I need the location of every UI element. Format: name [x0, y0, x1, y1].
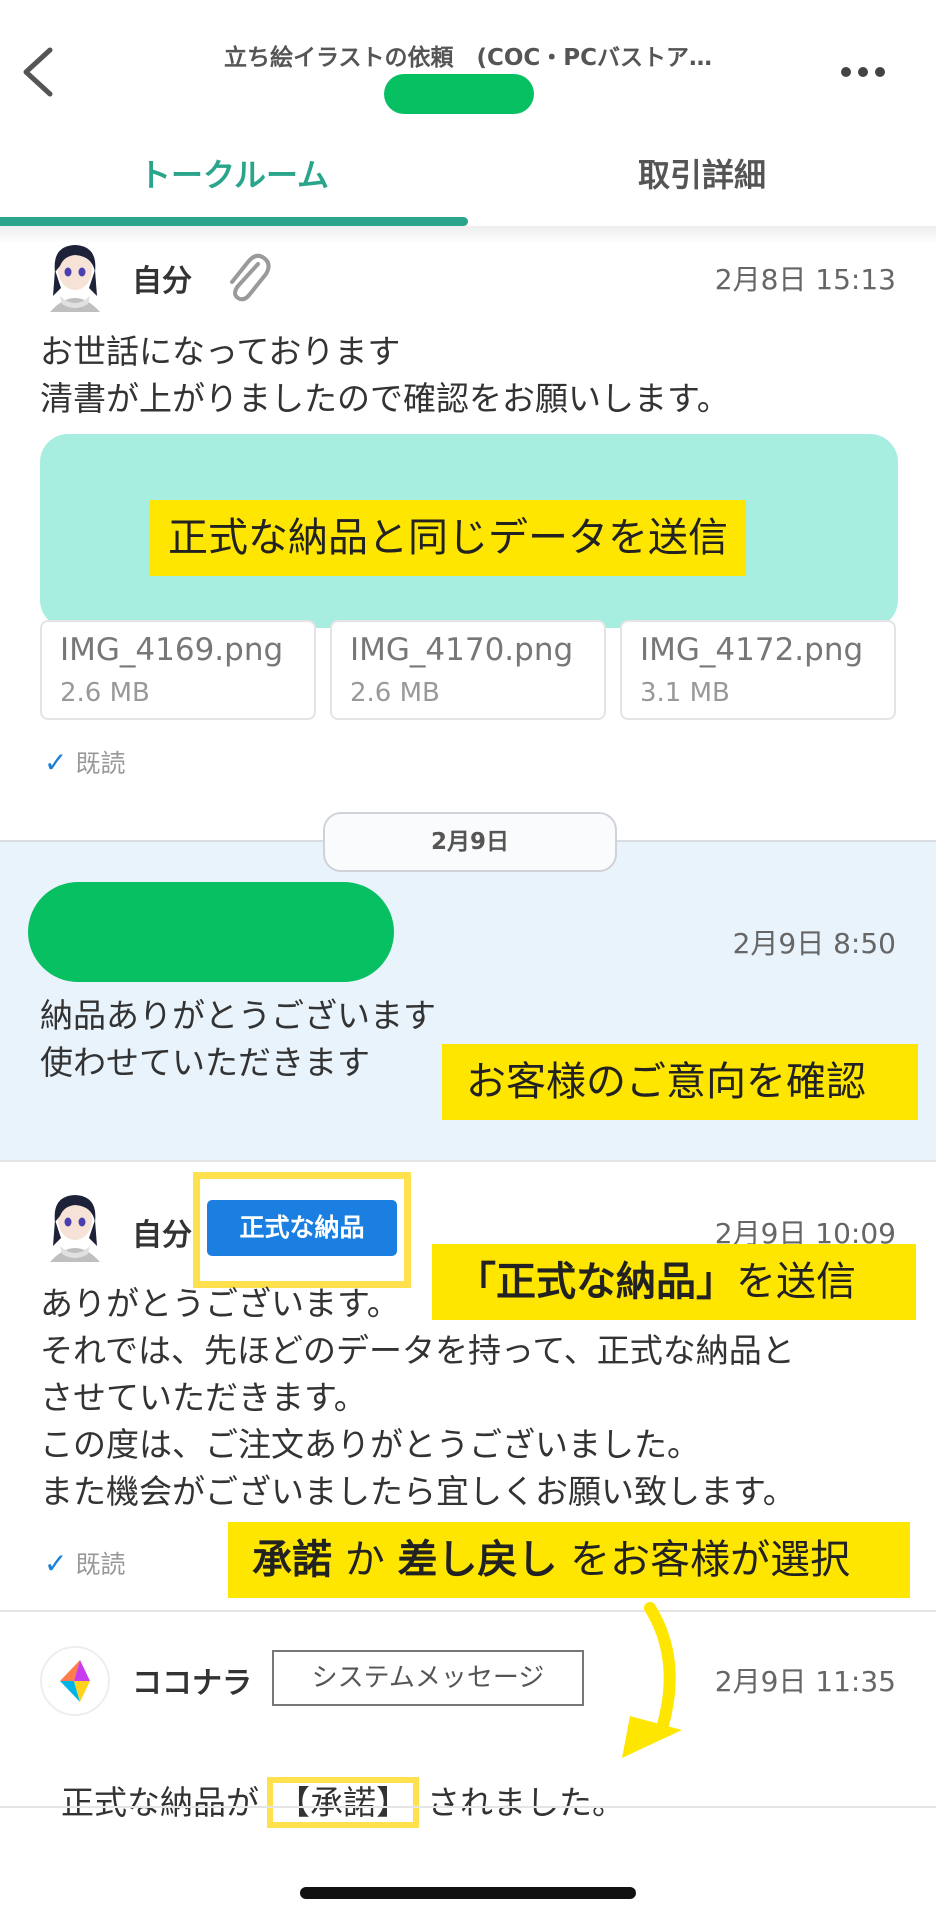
tab-active-indicator: [0, 217, 468, 226]
divider: [0, 1160, 936, 1162]
file-size: 3.1 MB: [640, 678, 730, 708]
divider: [0, 1806, 936, 1808]
check-icon: ✓: [44, 746, 68, 779]
redacted-customer-name: [28, 882, 394, 982]
sender-name: 自分: [132, 264, 192, 299]
official-delivery-badge: 正式な納品: [207, 1200, 397, 1256]
date-separator: 2月9日: [323, 812, 617, 872]
file-name: IMG_4172.png: [640, 632, 864, 668]
paperclip-icon: [222, 248, 272, 306]
message-text: 納品ありがとうございます 使わせていただきます: [40, 996, 436, 1082]
message-text: お世話になっております 清書が上がりましたので確認をお願いします。: [40, 332, 730, 418]
annotation-send-same-data: 正式な納品と同じデータを送信: [150, 500, 746, 576]
file-name: IMG_4169.png: [60, 632, 284, 668]
message-time: 2月8日 15:13: [714, 263, 896, 296]
coconala-logo-icon: [40, 1646, 110, 1720]
annotation-confirm-intent: お客様のご意向を確認: [442, 1044, 918, 1120]
page-title: 立ち絵イラストの依頼 (COC・PCバストア…: [223, 45, 713, 71]
annotation-customer-choice: 承諾 か 差し戻し をお客様が選択: [228, 1522, 910, 1598]
tab-talkroom[interactable]: トークルーム: [0, 150, 468, 196]
file-name: IMG_4170.png: [350, 632, 574, 668]
message-text: ありがとうございます。 それでは、先ほどのデータを持って、正式な納品と させてい…: [40, 1284, 796, 1511]
read-status: ✓ 既読: [44, 746, 126, 779]
avatar[interactable]: [44, 240, 106, 312]
file-size: 2.6 MB: [350, 678, 440, 708]
divider: [0, 1610, 936, 1612]
approval-highlight: 【承諾】: [266, 1777, 419, 1828]
message-time: 2月9日 8:50: [732, 927, 896, 960]
message-time: 2月9日 11:35: [714, 1665, 896, 1698]
header-shadow: [0, 226, 936, 244]
file-size: 2.6 MB: [60, 678, 150, 708]
file-attachment[interactable]: IMG_4170.png 2.6 MB: [330, 620, 606, 720]
file-attachment[interactable]: IMG_4172.png 3.1 MB: [620, 620, 896, 720]
check-icon: ✓: [44, 1547, 68, 1580]
avatar[interactable]: [44, 1190, 106, 1262]
sender-name: ココナラ: [132, 1666, 252, 1701]
home-indicator: [300, 1887, 636, 1899]
file-attachment[interactable]: IMG_4169.png 2.6 MB: [40, 620, 316, 720]
back-arrow-icon[interactable]: [18, 46, 58, 98]
message-text: 正式な納品が 【承諾】 されました。: [40, 1732, 625, 1828]
redacted-username: [384, 74, 534, 114]
more-options-icon[interactable]: [838, 62, 888, 82]
tab-transaction-details[interactable]: 取引詳細: [468, 150, 936, 196]
sender-name: 自分: [132, 1218, 192, 1253]
read-status: ✓ 既読: [44, 1547, 126, 1580]
system-message-badge: システムメッセージ: [272, 1650, 584, 1706]
